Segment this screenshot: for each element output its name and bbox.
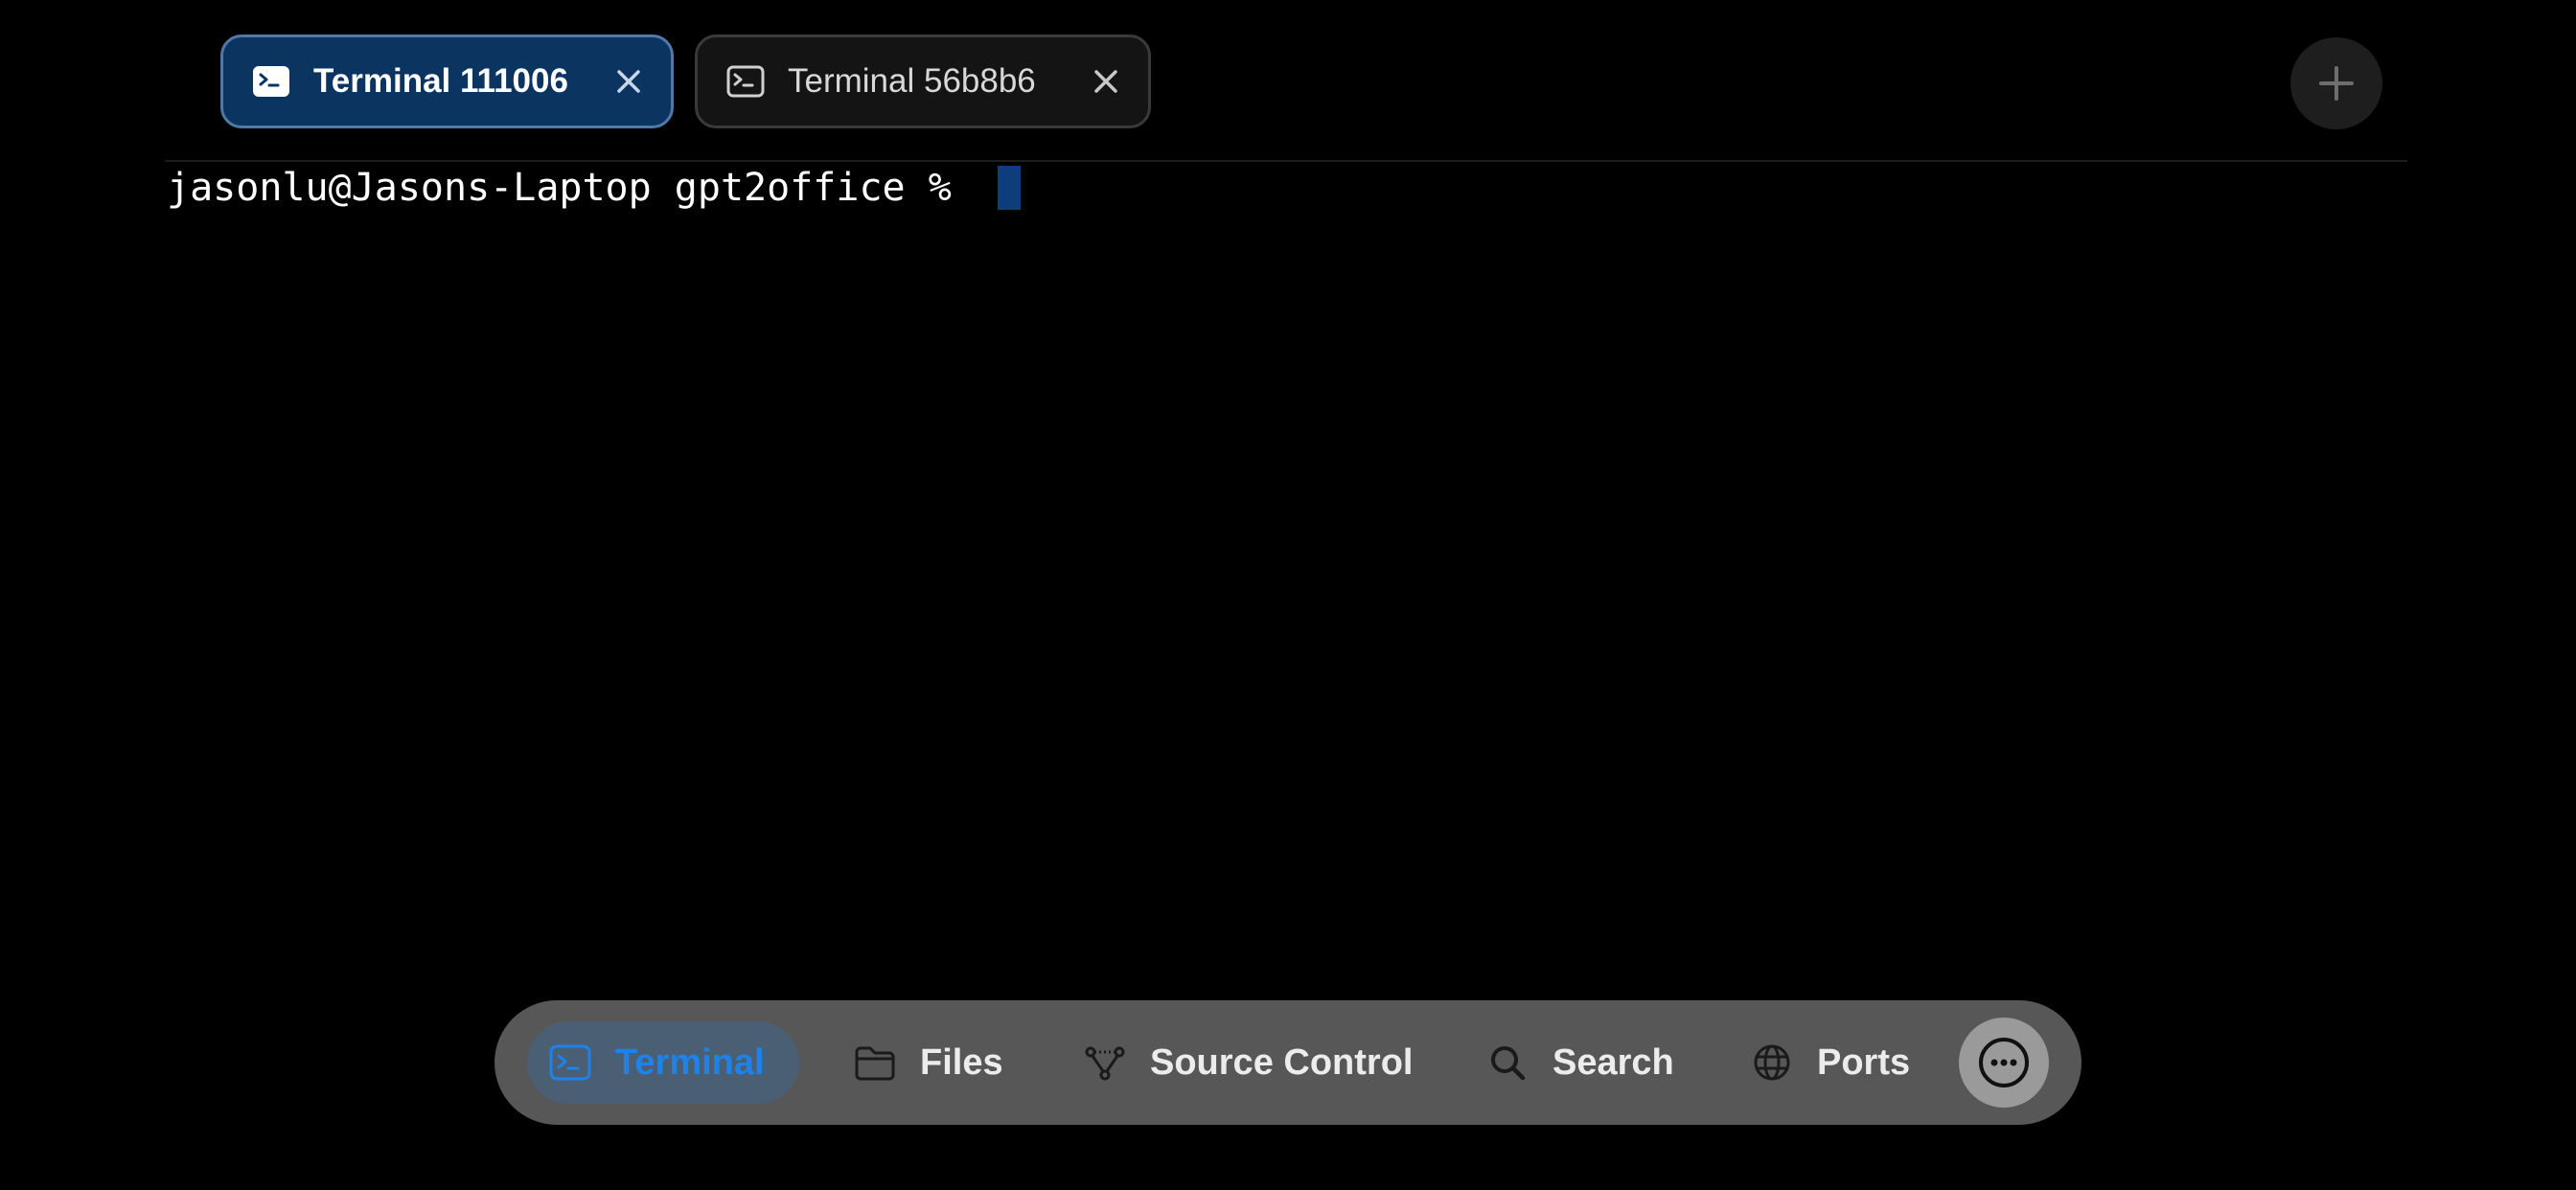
close-icon[interactable] <box>1089 64 1123 99</box>
close-icon[interactable] <box>611 64 646 99</box>
dock-item-label: Files <box>920 1041 1003 1083</box>
dock-item-files[interactable]: Files <box>853 1021 1003 1104</box>
tab-terminal-111006[interactable]: Terminal 111006 <box>220 34 674 128</box>
terminal-icon <box>726 65 765 98</box>
dock-item-label: Source Control <box>1150 1041 1414 1083</box>
globe-icon <box>1754 1044 1790 1081</box>
dock-item-terminal[interactable]: Terminal <box>527 1021 799 1104</box>
folder-icon <box>855 1046 895 1081</box>
terminal-prompt: jasonlu@Jasons-Laptop gpt2office % <box>167 166 975 210</box>
dock-item-source-control[interactable]: Source Control <box>1083 1021 1413 1104</box>
ellipsis-circle-icon <box>1979 1038 2029 1087</box>
dock-item-label: Ports <box>1817 1041 1911 1083</box>
terminal-app: Terminal 111006 Terminal 56b8b6 jasonlu@… <box>0 0 2576 1190</box>
terminal-cursor <box>997 166 1021 210</box>
terminal-prompt-line[interactable]: jasonlu@Jasons-Laptop gpt2office % <box>167 159 1021 217</box>
bottom-dock: Terminal Files Source Control Search Por… <box>494 1000 2082 1125</box>
new-tab-button[interactable] <box>2290 37 2382 129</box>
dock-item-search[interactable]: Search <box>1485 1021 1674 1104</box>
source-control-icon <box>1085 1046 1125 1081</box>
more-button[interactable] <box>1959 1018 2049 1108</box>
tab-label: Terminal 111006 <box>313 62 568 100</box>
tab-label: Terminal 56b8b6 <box>788 62 1036 100</box>
terminal-icon <box>253 66 289 97</box>
plus-icon <box>2319 66 2354 101</box>
dock-item-label: Search <box>1552 1041 1674 1083</box>
terminal-icon <box>549 1044 591 1081</box>
search-icon <box>1491 1046 1526 1081</box>
dock-item-label: Terminal <box>615 1041 765 1083</box>
dock-item-ports[interactable]: Ports <box>1750 1021 1910 1104</box>
tab-terminal-56b8b6[interactable]: Terminal 56b8b6 <box>695 34 1151 128</box>
